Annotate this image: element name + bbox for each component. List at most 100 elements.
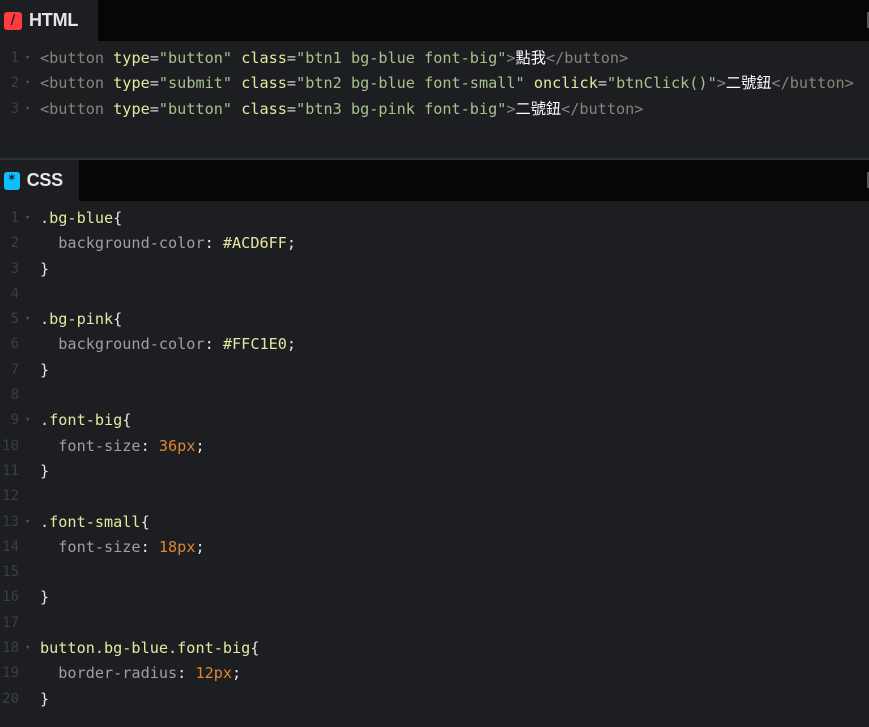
code-token: : xyxy=(140,537,159,556)
code-text: font-size: 36px; xyxy=(40,434,205,459)
html-editor-panel: / HTML 1 ▾ <button type="button" class="bt… xyxy=(0,0,869,158)
code-token: = xyxy=(149,99,159,118)
code-line[interactable]: 2 background-color: #ACD6FF; xyxy=(0,231,869,256)
line-number: 12 xyxy=(2,488,19,505)
code-token: background-color xyxy=(40,335,205,354)
code-line[interactable]: 13 ▾ .font-small{ xyxy=(0,510,869,535)
fold-arrow-icon[interactable]: ▾ xyxy=(25,307,30,332)
css-code-area[interactable]: 1 ▾ .bg-blue{2 background-color: #ACD6FF; 3… xyxy=(0,201,869,712)
code-line[interactable]: 20} xyxy=(0,687,869,712)
code-line[interactable]: 18 ▾ button.bg-blue.font-big{ xyxy=(0,636,869,661)
fold-arrow-icon[interactable]: ▾ xyxy=(25,97,30,122)
code-token: .font-big xyxy=(40,411,123,430)
css-asterisk-icon: * xyxy=(4,171,20,190)
css-tab[interactable]: * CSS xyxy=(0,160,79,201)
css-editor-panel: * CSS 1 ▾ .bg-blue{2 background-color: #AC… xyxy=(0,160,869,727)
line-number: 14 xyxy=(2,538,19,555)
line-number: 2 xyxy=(10,75,19,92)
code-token: "btnClick()" xyxy=(607,74,717,93)
line-number: 15 xyxy=(2,564,19,581)
html-tab-title: HTML xyxy=(29,10,79,30)
code-token: type xyxy=(113,99,150,118)
fold-arrow-icon[interactable]: ▾ xyxy=(25,636,30,661)
code-token: > xyxy=(506,49,516,67)
code-token: background-color xyxy=(40,234,205,253)
line-number: 11 xyxy=(2,462,19,479)
code-token: "button" xyxy=(158,49,233,67)
code-token: 36px xyxy=(158,436,196,455)
code-line[interactable]: 3 ▾ <button type="button" class="btn3 bg-p… xyxy=(0,97,869,122)
line-number: 3 xyxy=(10,260,19,277)
html-slash-icon: / xyxy=(4,11,22,30)
code-token: } xyxy=(40,461,50,480)
code-token: = xyxy=(286,49,297,67)
code-line[interactable]: 1 ▾ <button type="button" class="btn1 bg-b… xyxy=(0,46,869,71)
code-text: background-color: #FFC1E0; xyxy=(40,332,296,357)
code-line[interactable]: 10 font-size: 36px; xyxy=(0,434,869,459)
code-token: 18px xyxy=(158,537,196,556)
code-token: #ACD6FF xyxy=(222,234,287,253)
code-line[interactable]: 6 background-color: #FFC1E0; xyxy=(0,332,869,357)
code-line[interactable]: 4 xyxy=(0,282,869,307)
css-panel-header: * CSS xyxy=(0,160,869,201)
code-line[interactable]: 12 xyxy=(0,484,869,509)
line-number: 1 xyxy=(10,50,19,66)
code-line[interactable]: 11} xyxy=(0,459,869,484)
code-token: border-radius xyxy=(40,664,178,683)
code-token: .bg-blue xyxy=(40,209,114,227)
line-number: 13 xyxy=(2,513,19,530)
fold-arrow-icon[interactable]: ▾ xyxy=(25,46,30,71)
code-token: 12px xyxy=(195,664,233,683)
code-token: "btn1 bg-blue font-big" xyxy=(296,49,507,67)
code-text: .bg-pink{ xyxy=(40,307,122,332)
code-token: onclick xyxy=(533,74,598,93)
code-token: ; xyxy=(195,436,205,455)
code-token: { xyxy=(122,411,132,430)
code-line[interactable]: 9 ▾ .font-big{ xyxy=(0,408,869,433)
fold-arrow-icon[interactable]: ▾ xyxy=(25,71,30,96)
line-number: 3 xyxy=(10,100,19,117)
code-text: background-color: #ACD6FF; xyxy=(40,231,296,256)
code-token: class xyxy=(241,99,287,118)
fold-arrow-icon[interactable]: ▾ xyxy=(25,510,30,535)
code-token: 二號鈕 xyxy=(515,99,562,118)
html-tab[interactable]: / HTML xyxy=(0,0,98,41)
fold-arrow-icon[interactable]: ▾ xyxy=(25,206,30,231)
code-token: = xyxy=(597,74,607,93)
code-token: .bg-pink xyxy=(40,310,114,329)
code-token: > xyxy=(506,99,516,118)
fold-arrow-icon[interactable]: ▾ xyxy=(25,408,30,433)
code-token: "button" xyxy=(158,99,233,118)
code-token: : xyxy=(204,234,223,253)
code-line[interactable]: 5 ▾ .bg-pink{ xyxy=(0,307,869,332)
code-token: ; xyxy=(195,537,205,556)
code-token: class xyxy=(241,49,287,67)
html-code-area[interactable]: 1 ▾ <button type="button" class="btn1 bg-b… xyxy=(0,41,869,122)
code-line[interactable]: 19 border-radius: 12px; xyxy=(0,661,869,686)
line-number: 20 xyxy=(2,690,19,707)
code-token: ; xyxy=(286,335,297,354)
code-token: </button> xyxy=(561,99,644,118)
code-token: #FFC1E0 xyxy=(222,335,287,354)
code-token: { xyxy=(113,209,123,227)
code-token: type xyxy=(113,49,150,67)
code-line[interactable]: 2 ▾ <button type="submit" class="btn2 bg-b… xyxy=(0,71,869,96)
code-line[interactable]: 17 xyxy=(0,611,869,636)
code-token: class xyxy=(241,74,287,93)
line-number: 8 xyxy=(10,387,19,404)
code-token: ; xyxy=(232,664,242,683)
code-line[interactable]: 3} xyxy=(0,257,869,282)
line-number: 5 xyxy=(10,311,19,328)
code-line[interactable]: 14 font-size: 18px; xyxy=(0,535,869,560)
code-token: font-size xyxy=(40,436,141,455)
code-line[interactable]: 7} xyxy=(0,358,869,383)
code-line[interactable]: 16} xyxy=(0,585,869,610)
code-token: { xyxy=(140,512,150,531)
code-line[interactable]: 15 xyxy=(0,560,869,585)
code-token: button.bg-blue.font-big xyxy=(40,639,251,658)
code-token: = xyxy=(149,49,159,67)
code-line[interactable]: 8 xyxy=(0,383,869,408)
code-line[interactable]: 1 ▾ .bg-blue{ xyxy=(0,206,869,231)
